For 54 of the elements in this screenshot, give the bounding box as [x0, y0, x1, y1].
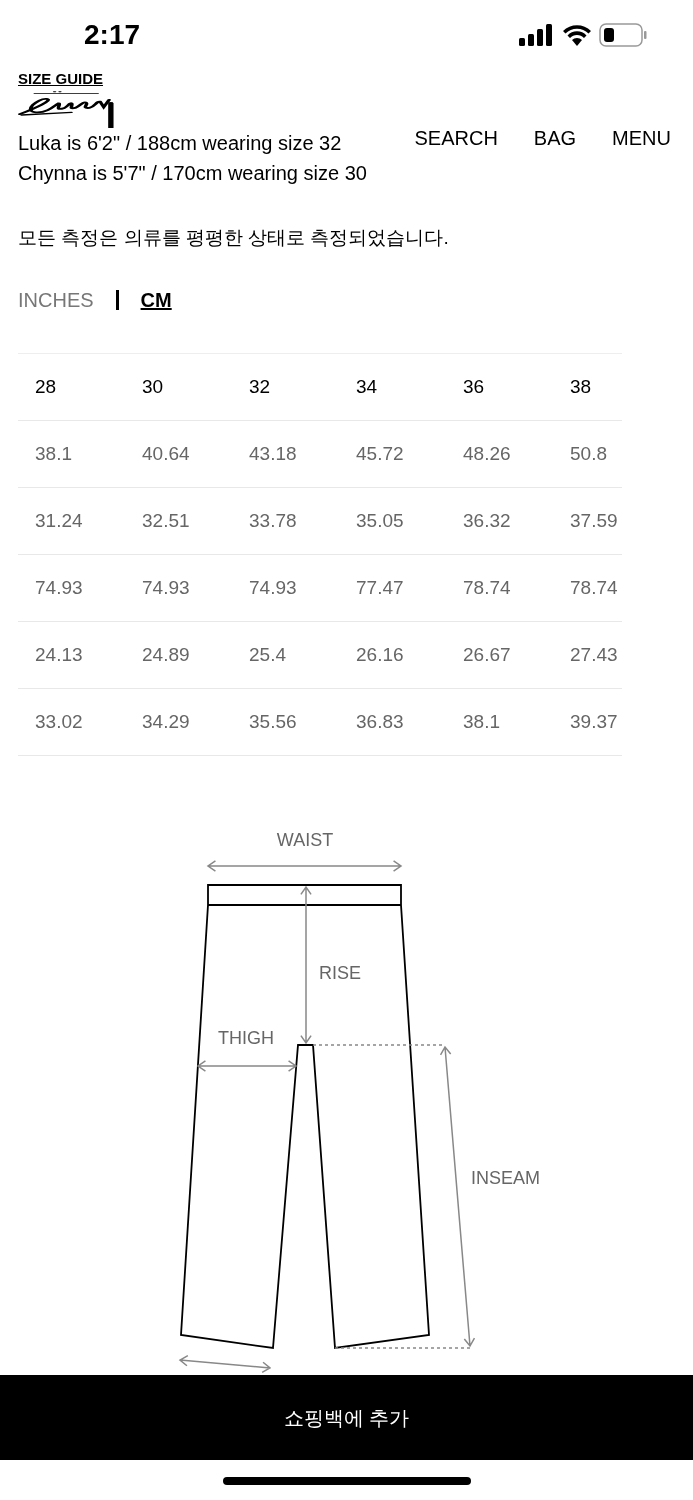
column-header: 28	[35, 374, 58, 399]
status-time: 2:17	[84, 18, 141, 52]
table-cell-text: 35.56	[249, 709, 298, 734]
table-cell-text: 37.59	[570, 508, 619, 533]
nav-link[interactable]: MENU	[612, 123, 671, 153]
table-cell-text: 78.74	[570, 575, 619, 600]
column-header: 38	[570, 374, 593, 399]
table-cell-text: 33.02	[35, 709, 84, 734]
wifi-icon	[563, 24, 591, 46]
table-cell-text: 78.74	[463, 575, 512, 600]
table-cell-text: 50.8	[570, 441, 608, 466]
table-cell-text: 31.24	[35, 508, 84, 533]
table-cell-text: 74.93	[249, 575, 298, 600]
column-header: 36	[463, 374, 486, 399]
diagram-label: WAIST	[276, 830, 334, 850]
table-cell-text: 38.1	[463, 709, 501, 734]
table-cell-text: 26.16	[356, 642, 405, 667]
add-to-bag-button[interactable]: 쇼핑백에 추가	[0, 1375, 693, 1460]
table-cell-text: 77.47	[356, 575, 405, 600]
table-cell-text: 36.32	[463, 508, 512, 533]
table-cell-text: 45.72	[356, 441, 405, 466]
table-cell-text: 32.51	[142, 508, 191, 533]
model-note: Chynna is 5'7" / 170cm wearing size 30	[18, 161, 367, 186]
table-cell-text: 24.13	[35, 642, 84, 667]
signal-icon	[519, 24, 555, 46]
diagram-label: INSEAM	[471, 1168, 540, 1188]
table-cell-text: 74.93	[142, 575, 191, 600]
table-cell-text: 35.05	[356, 508, 405, 533]
nav-link[interactable]: BAG	[533, 123, 577, 153]
table-cell-text: 43.18	[249, 441, 298, 466]
table-cell-text: 24.89	[142, 642, 191, 667]
table-cell-text: 36.83	[356, 709, 405, 734]
diagram-label: RISE	[319, 963, 361, 983]
model-note: Luka is 6'2" / 188cm wearing size 32	[18, 131, 342, 156]
diagram-label: THIGH	[218, 1028, 274, 1048]
table-cell-text: 34.29	[142, 709, 191, 734]
column-header: 32	[249, 374, 272, 399]
unit-tab[interactable]: CM	[140, 285, 172, 315]
table-cell-text: 74.93	[35, 575, 84, 600]
table-cell-text: 27.43	[570, 642, 619, 667]
table-cell-text: 25.4	[249, 642, 287, 667]
table-cell-text: 33.78	[249, 508, 298, 533]
table-cell-text: 39.37	[570, 709, 619, 734]
column-header: 30	[142, 374, 165, 399]
table-cell-text: 26.67	[463, 642, 512, 667]
measurement-note: 모든 측정은 의류를 평평한 상태로 측정되었습니다.	[18, 226, 450, 250]
table-cell-text: 40.64	[142, 441, 191, 466]
table-cell-text: 38.1	[35, 441, 73, 466]
table-cell-text: 48.26	[463, 441, 512, 466]
unit-tab[interactable]: INCHES	[18, 285, 94, 315]
column-header: 34	[356, 374, 379, 399]
battery-icon	[599, 23, 647, 47]
size-guide-link[interactable]: SIZE GUIDE	[18, 72, 103, 86]
nav-link[interactable]: SEARCH	[414, 123, 498, 153]
